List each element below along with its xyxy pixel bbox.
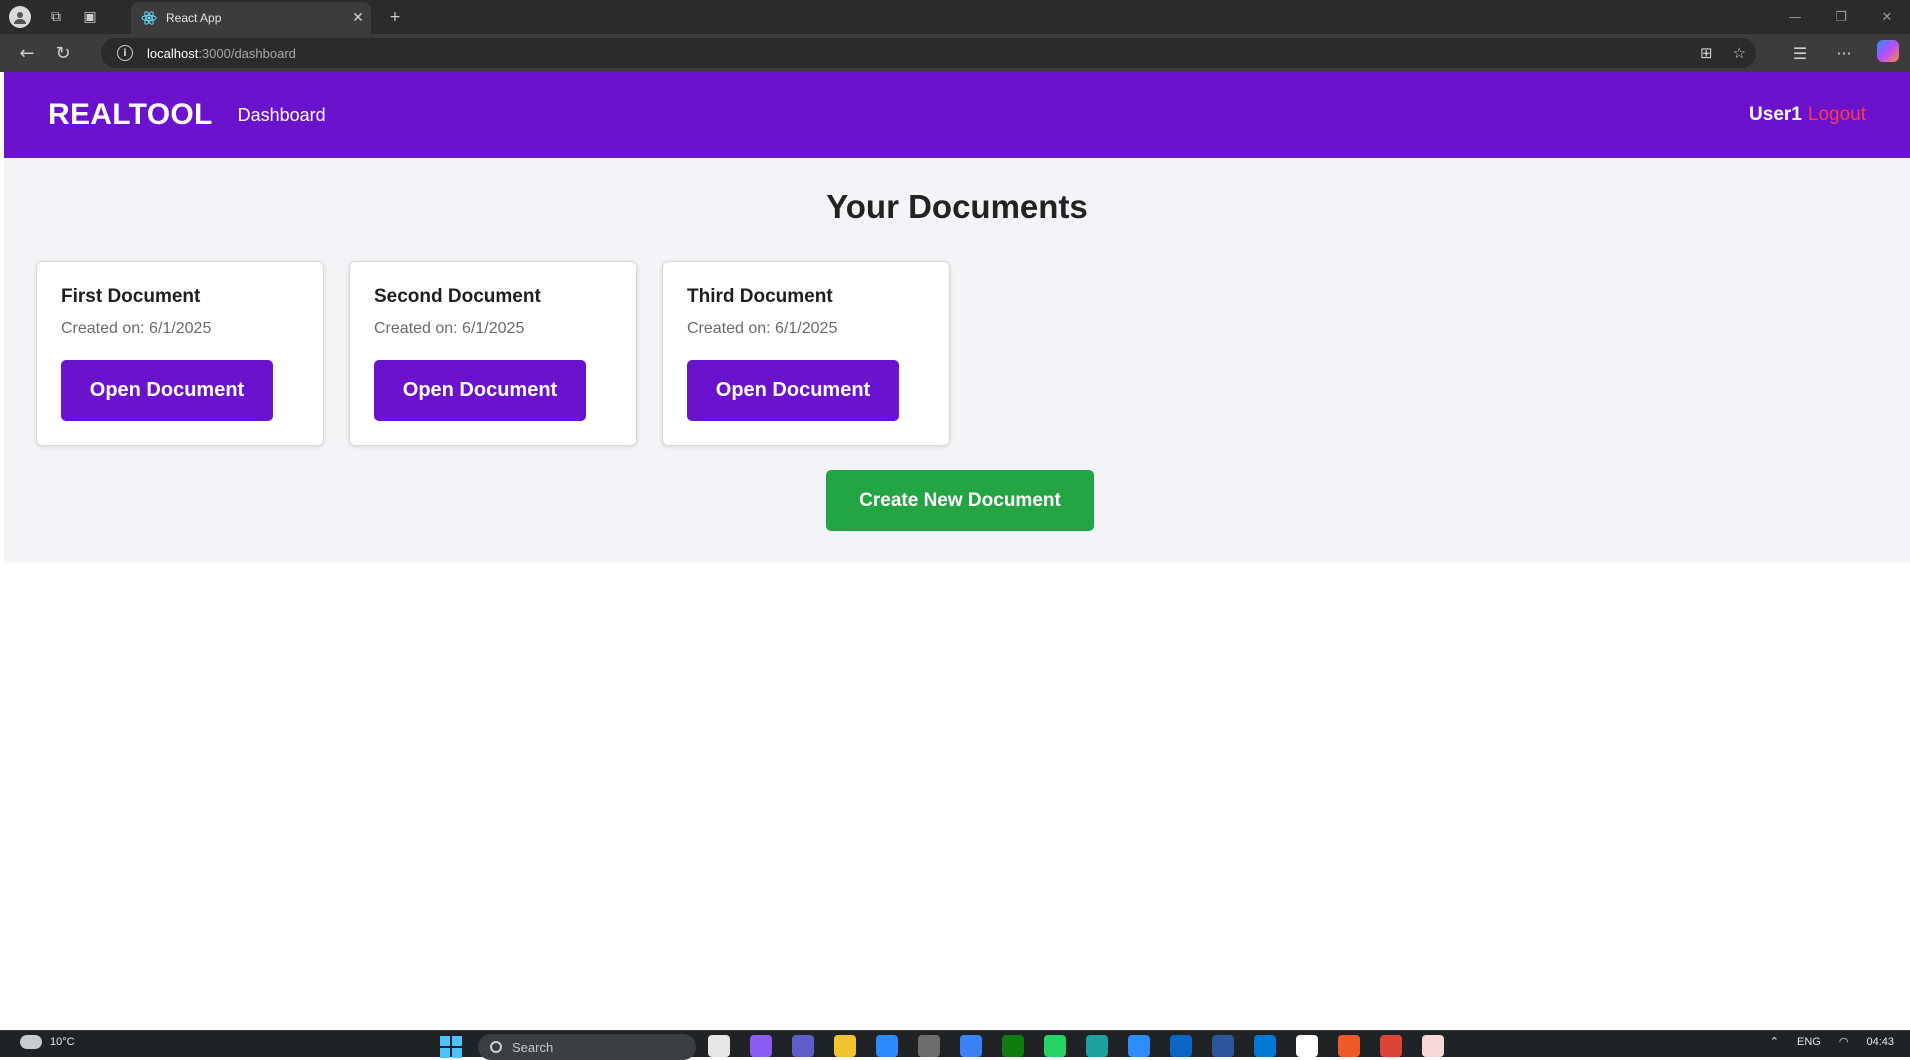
language-indicator[interactable]: ENG	[1797, 1036, 1821, 1048]
open-document-button[interactable]: Open Document	[374, 360, 586, 421]
os-taskbar: 10°C Search ⌃ ENG ◠ 04:43	[0, 1030, 1910, 1060]
vscode-icon[interactable]	[1254, 1035, 1276, 1057]
username: User1	[1749, 104, 1802, 125]
workspaces-icon[interactable]: ⧉	[39, 0, 73, 34]
linkedin-icon[interactable]	[1170, 1035, 1192, 1057]
brand-logo[interactable]: REALTOOL	[48, 98, 213, 132]
new-tab-icon[interactable]: +	[378, 0, 412, 34]
copilot-icon[interactable]	[1866, 40, 1910, 66]
app-navbar: REALTOOL Dashboard User1 Logout	[4, 72, 1910, 158]
documents-section: Your Documents First Document Created on…	[4, 158, 1910, 563]
pinned-apps	[708, 1035, 1444, 1057]
start-menu-icon[interactable]	[440, 1036, 462, 1058]
address-bar[interactable]: i localhost:3000/dashboard ⊞ ☆	[101, 38, 1756, 68]
temperature: 10°C	[50, 1036, 75, 1048]
profile-icon[interactable]	[9, 6, 31, 28]
file-icon[interactable]	[708, 1035, 730, 1057]
clock[interactable]: 04:43	[1866, 1036, 1894, 1048]
document-title: First Document	[61, 286, 201, 307]
app-icon[interactable]	[1338, 1035, 1360, 1057]
favorites-icon[interactable]: ☰	[1778, 44, 1822, 63]
minimize-icon[interactable]: —	[1772, 0, 1818, 34]
system-tray: ⌃ ENG ◠ 04:43	[1770, 1035, 1894, 1049]
whatsapp-icon[interactable]	[1044, 1035, 1066, 1057]
weather-widget[interactable]: 10°C	[20, 1035, 75, 1049]
reload-icon[interactable]: ↻	[45, 35, 81, 71]
open-document-button[interactable]: Open Document	[687, 360, 899, 421]
url-text: localhost:3000/dashboard	[147, 46, 296, 61]
restore-icon[interactable]: ❐	[1818, 0, 1864, 34]
document-created-date: Created on: 6/1/2025	[374, 320, 525, 337]
document-created-date: Created on: 6/1/2025	[687, 320, 838, 337]
document-card: Second Document Created on: 6/1/2025 Ope…	[349, 261, 637, 446]
open-document-button[interactable]: Open Document	[61, 360, 273, 421]
file-explorer-icon[interactable]	[834, 1035, 856, 1057]
chrome-icon[interactable]	[1380, 1035, 1402, 1057]
document-card: Third Document Created on: 6/1/2025 Open…	[662, 261, 950, 446]
app-icon[interactable]	[918, 1035, 940, 1057]
react-icon	[141, 11, 157, 25]
chevron-up-icon[interactable]: ⌃	[1770, 1035, 1779, 1048]
back-icon[interactable]: ←	[9, 35, 45, 71]
app-icon[interactable]	[960, 1035, 982, 1057]
search-icon	[490, 1041, 502, 1053]
url-path: :3000/dashboard	[198, 45, 296, 61]
app-icon[interactable]	[1296, 1035, 1318, 1057]
cloud-icon	[20, 1035, 42, 1049]
logout-button[interactable]: Logout	[1808, 104, 1866, 126]
store-icon[interactable]	[876, 1035, 898, 1057]
app-icon[interactable]	[1422, 1035, 1444, 1057]
wifi-icon[interactable]: ◠	[1839, 1035, 1849, 1048]
zoom-icon[interactable]	[1128, 1035, 1150, 1057]
url-host: localhost	[147, 45, 199, 61]
teams-icon[interactable]	[792, 1035, 814, 1057]
site-info-icon[interactable]: i	[117, 45, 133, 61]
create-document-button[interactable]: Create New Document	[826, 470, 1094, 531]
document-card: First Document Created on: 6/1/2025 Open…	[36, 261, 324, 446]
edge-icon[interactable]	[1086, 1035, 1108, 1057]
browser-tabbar: ⧉ ▣ React App ✕ + — ❐ ✕	[0, 0, 1910, 34]
page-viewport: REALTOOL Dashboard User1 Logout Your Doc…	[4, 72, 1910, 1030]
close-window-icon[interactable]: ✕	[1864, 0, 1910, 34]
app-available-icon[interactable]: ⊞	[1700, 44, 1713, 62]
favorite-star-icon[interactable]: ☆	[1733, 44, 1746, 62]
word-icon[interactable]	[1212, 1035, 1234, 1057]
xbox-icon[interactable]	[1002, 1035, 1024, 1057]
nav-link-dashboard[interactable]: Dashboard	[238, 105, 326, 126]
document-list: First Document Created on: 6/1/2025 Open…	[36, 261, 950, 446]
taskbar-search-placeholder: Search	[512, 1039, 554, 1055]
taskbar-search[interactable]: Search	[478, 1034, 696, 1060]
browser-tab[interactable]: React App ✕	[131, 2, 371, 34]
close-tab-icon[interactable]: ✕	[345, 10, 371, 26]
page-title: Your Documents	[826, 188, 1088, 225]
browser-toolbar: ← ↻ i localhost:3000/dashboard ⊞ ☆ ☰ ···	[0, 34, 1910, 72]
user-area: User1 Logout	[1749, 104, 1866, 126]
tab-actions-icon[interactable]: ▣	[73, 0, 107, 34]
document-created-date: Created on: 6/1/2025	[61, 320, 212, 337]
document-title: Third Document	[687, 286, 833, 307]
document-title: Second Document	[374, 286, 541, 307]
tab-title: React App	[166, 11, 222, 25]
copilot-app-icon[interactable]	[750, 1035, 772, 1057]
more-menu-icon[interactable]: ···	[1822, 44, 1866, 63]
